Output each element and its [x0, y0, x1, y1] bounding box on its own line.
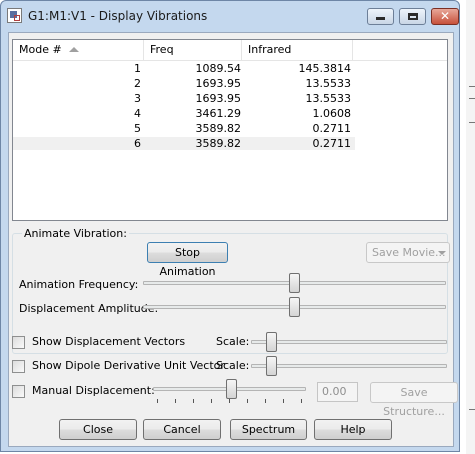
table-row[interactable]: 4 3461.29 1.0608: [13, 107, 355, 120]
manual-displacement-slider[interactable]: [153, 379, 306, 399]
infrared-cell: 0.2711: [312, 137, 352, 150]
displacement-amplitude-slider[interactable]: [143, 297, 446, 317]
manual-displacement-thumb[interactable]: [226, 379, 237, 399]
maximize-button[interactable]: [399, 8, 426, 25]
save-structure-button[interactable]: Save Structure...: [370, 382, 458, 418]
slider-tick: [211, 399, 212, 403]
display-vibrations-window: G1:M1:V1 - Display Vibrations ✕ Mode # F…: [0, 0, 460, 452]
maximize-icon: [408, 13, 418, 20]
manual-displacement-checkbox[interactable]: [12, 385, 25, 398]
freq-cell: 1693.95: [195, 92, 242, 105]
show-displacement-vectors-checkbox[interactable]: [12, 336, 25, 349]
manual-displacement-label: Manual Displacement:: [32, 384, 155, 397]
displacement-scale-label: Scale:: [216, 335, 250, 348]
slider-tick: [247, 399, 248, 403]
background-window-line: [469, 409, 475, 410]
window-title: G1:M1:V1 - Display Vibrations: [28, 9, 208, 23]
background-window-edge: [466, 0, 475, 454]
mode-cell: 3: [134, 92, 141, 105]
displacement-scale-slider[interactable]: [251, 332, 447, 352]
help-button[interactable]: Help: [314, 419, 392, 440]
chevron-down-icon: [438, 251, 446, 255]
freq-cell: 1693.95: [195, 77, 242, 90]
animation-frequency-slider[interactable]: [143, 273, 446, 293]
dipole-scale-label: Scale:: [216, 359, 250, 372]
app-icon: [7, 8, 22, 23]
slider-tick: [265, 399, 266, 403]
background-window-line: [469, 86, 475, 87]
slider-tick: [301, 399, 302, 403]
animate-vibration-label: Animate Vibration:: [22, 227, 129, 240]
mode-cell: 6: [134, 137, 141, 150]
table-row-selected[interactable]: 6 3589.82 0.2711: [13, 137, 355, 150]
table-row[interactable]: 3 1693.95 13.5533: [13, 92, 355, 105]
mode-cell: 1: [134, 62, 141, 75]
cancel-button[interactable]: Cancel: [143, 419, 221, 440]
background-window-line: [469, 122, 475, 123]
column-header-freq[interactable]: Freq: [144, 40, 242, 60]
displacement-amplitude-label: Displacement Amplitude:: [19, 302, 159, 315]
minimize-button[interactable]: [367, 8, 394, 25]
displacement-scale-thumb[interactable]: [266, 332, 277, 352]
save-movie-dropdown[interactable]: Save Movie...: [366, 242, 450, 263]
show-displacement-vectors-label: Show Displacement Vectors: [32, 335, 186, 348]
infrared-cell: 0.2711: [312, 122, 352, 135]
column-header-infrared[interactable]: Infrared: [242, 40, 353, 60]
freq-cell: 3589.82: [195, 122, 242, 135]
mode-cell: 5: [134, 122, 141, 135]
freq-cell: 3461.29: [195, 107, 242, 120]
dipole-scale-thumb[interactable]: [266, 356, 277, 376]
close-window-button[interactable]: ✕: [431, 8, 459, 25]
mode-cell: 2: [134, 77, 141, 90]
displacement-amplitude-thumb[interactable]: [289, 297, 300, 317]
manual-displacement-value-field[interactable]: 0.00: [317, 382, 358, 402]
close-icon: ✕: [439, 9, 451, 23]
close-button[interactable]: Close: [59, 419, 137, 440]
animation-frequency-label: Animation Frequency:: [19, 278, 139, 291]
slider-tick: [283, 399, 284, 403]
table-row[interactable]: 2 1693.95 13.5533: [13, 77, 355, 90]
dipole-scale-slider[interactable]: [251, 356, 447, 376]
title-bar[interactable]: G1:M1:V1 - Display Vibrations ✕: [1, 1, 459, 32]
infrared-cell: 1.0608: [312, 107, 352, 120]
list-header: Mode # Freq Infrared: [13, 40, 447, 61]
sort-ascending-icon: [69, 47, 79, 52]
show-dipole-vector-checkbox[interactable]: [12, 360, 25, 373]
dialog-body: Mode # Freq Infrared 1 1089.54 145.3814 …: [8, 32, 458, 447]
freq-cell: 1089.54: [195, 62, 242, 75]
minimize-icon: [376, 17, 385, 20]
slider-tick: [175, 399, 176, 403]
infrared-cell: 145.3814: [298, 62, 352, 75]
slider-tick: [229, 399, 230, 403]
freq-cell: 3589.82: [195, 137, 242, 150]
table-row[interactable]: 1 1089.54 145.3814: [13, 62, 355, 75]
infrared-cell: 13.5533: [305, 92, 352, 105]
table-row[interactable]: 5 3589.82 0.2711: [13, 122, 355, 135]
vibration-list[interactable]: Mode # Freq Infrared 1 1089.54 145.3814 …: [12, 39, 448, 221]
animation-frequency-thumb[interactable]: [289, 273, 300, 293]
background-window-line: [469, 98, 475, 99]
show-dipole-vector-label: Show Dipole Derivative Unit Vector: [32, 359, 225, 372]
column-header-mode[interactable]: Mode #: [13, 40, 144, 60]
slider-tick: [193, 399, 194, 403]
stop-animation-button[interactable]: Stop Animation: [147, 242, 228, 278]
slider-tick: [157, 399, 158, 403]
infrared-cell: 13.5533: [305, 77, 352, 90]
spectrum-button[interactable]: Spectrum: [230, 419, 307, 440]
mode-cell: 4: [134, 107, 141, 120]
